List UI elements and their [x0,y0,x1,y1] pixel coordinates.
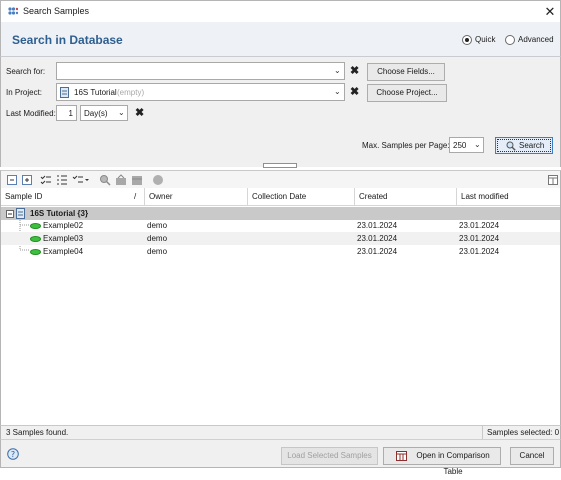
chevron-down-icon[interactable]: ⌄ [334,66,341,75]
table-row[interactable]: Example03 demo 23.01.2024 23.01.2024 [1,232,560,245]
column-header-created[interactable]: Created [355,188,457,206]
last-modified-cell: 23.01.2024 [459,247,500,256]
created-cell: 23.01.2024 [357,247,398,256]
last-modified-number-input[interactable]: 1 [56,105,77,121]
open-comparison-button[interactable]: Open in Comparison Table [383,447,501,476]
clear-date-icon[interactable]: ✖ [135,106,144,119]
sample-id-cell: Example04 [43,247,84,256]
table-row[interactable]: Example04 demo 23.01.2024 23.01.2024 [1,245,560,258]
column-header-label: Sample ID [5,192,43,201]
project-icon [60,87,69,98]
sample-id-cell: Example03 [43,234,84,243]
search-for-label: Search for: [6,67,46,76]
max-samples-select[interactable]: 250 ⌄ [449,137,484,153]
quick-radio[interactable] [462,35,472,45]
select-menu-icon[interactable] [72,174,90,186]
project-select[interactable]: 16S Tutorial (empty) ⌄ [56,83,345,101]
last-modified-cell: 23.01.2024 [459,221,500,230]
owner-cell: demo [147,221,168,230]
advanced-radio-label[interactable]: Advanced [518,35,554,44]
column-header-owner[interactable]: Owner [145,188,248,206]
find-icon [100,175,111,186]
sample-icon [30,249,41,255]
samples-found-text: 3 Samples found. [6,428,69,437]
max-samples-label: Max. Samples per Page: [362,141,450,150]
column-settings-icon[interactable] [547,174,559,186]
table-row[interactable]: Example02 demo 23.01.2024 23.01.2024 [1,219,560,232]
dialog-footer: ? Load Selected Samples Open in Comparis… [0,439,561,476]
filter-icon [116,174,126,185]
chevron-down-icon[interactable]: ⌄ [118,108,125,117]
collapse-group-icon[interactable] [6,210,14,218]
last-modified-number: 1 [68,109,73,118]
page-title: Search in Database [12,33,123,47]
status-bar: 3 Samples found. Samples selected: 0 [0,425,561,440]
project-name: 16S Tutorial [74,88,117,97]
project-hint: (empty) [117,88,145,97]
samples-table: Sample ID / Owner Collection Date Create… [0,188,561,425]
quick-radio-label[interactable]: Quick [475,35,495,44]
search-icon [506,141,516,151]
last-modified-label: Last Modified: [6,109,56,118]
collapse-all-icon[interactable] [6,174,18,186]
chevron-down-icon[interactable]: ⌄ [474,140,481,149]
app-icon [8,7,18,15]
column-header-last-modified[interactable]: Last modified [457,188,560,206]
choose-project-button[interactable]: Choose Project... [367,84,447,102]
table-toolbar [0,170,561,188]
open-comparison-label: Open in Comparison Table [416,451,490,476]
sort-indicator-icon: / [134,192,137,201]
table-edit-icon [132,176,142,185]
created-cell: 23.01.2024 [357,221,398,230]
search-button-label: Search [519,141,545,150]
clear-project-icon[interactable]: ✖ [350,85,359,98]
search-for-input[interactable]: ⌄ [56,62,345,80]
help-icon[interactable]: ? [7,448,19,460]
owner-cell: demo [147,234,168,243]
close-icon[interactable]: ✕ [541,3,559,21]
status-divider [482,426,483,440]
expand-all-icon[interactable] [21,174,33,186]
sample-id-cell: Example02 [43,221,84,230]
cancel-button[interactable]: Cancel [510,447,554,465]
last-modified-unit: Day(s) [84,109,108,118]
clear-search-icon[interactable]: ✖ [350,64,359,77]
samples-selected-text: Samples selected: 0 [487,428,560,437]
advanced-radio[interactable] [505,35,515,45]
created-cell: 23.01.2024 [357,234,398,243]
info-icon [153,175,163,185]
title-bar: Search Samples ✕ [0,0,561,22]
sample-icon [30,236,41,242]
column-header-collection-date[interactable]: Collection Date [248,188,355,206]
window-title: Search Samples [23,6,90,16]
last-modified-unit-select[interactable]: Day(s) ⌄ [80,105,128,121]
load-selected-button[interactable]: Load Selected Samples [281,447,378,465]
choose-fields-button[interactable]: Choose Fields... [367,63,445,81]
last-modified-cell: 23.01.2024 [459,234,500,243]
column-header-sample-id[interactable]: Sample ID / [1,188,145,206]
numbered-list-icon[interactable] [56,174,68,186]
sample-icon [30,223,41,229]
owner-cell: demo [147,247,168,256]
check-list-icon[interactable] [40,174,52,186]
search-form: Search for: ⌄ ✖ Choose Fields... In Proj… [0,57,561,167]
svg-text:?: ? [11,450,15,459]
in-project-label: In Project: [6,88,43,97]
dialog-header: Search in Database Quick Advanced [0,22,561,57]
max-samples-value: 250 [453,141,467,150]
search-button[interactable]: Search [495,137,553,154]
chevron-down-icon[interactable]: ⌄ [334,87,341,96]
project-icon [16,208,25,219]
splitter-handle[interactable] [263,163,297,168]
